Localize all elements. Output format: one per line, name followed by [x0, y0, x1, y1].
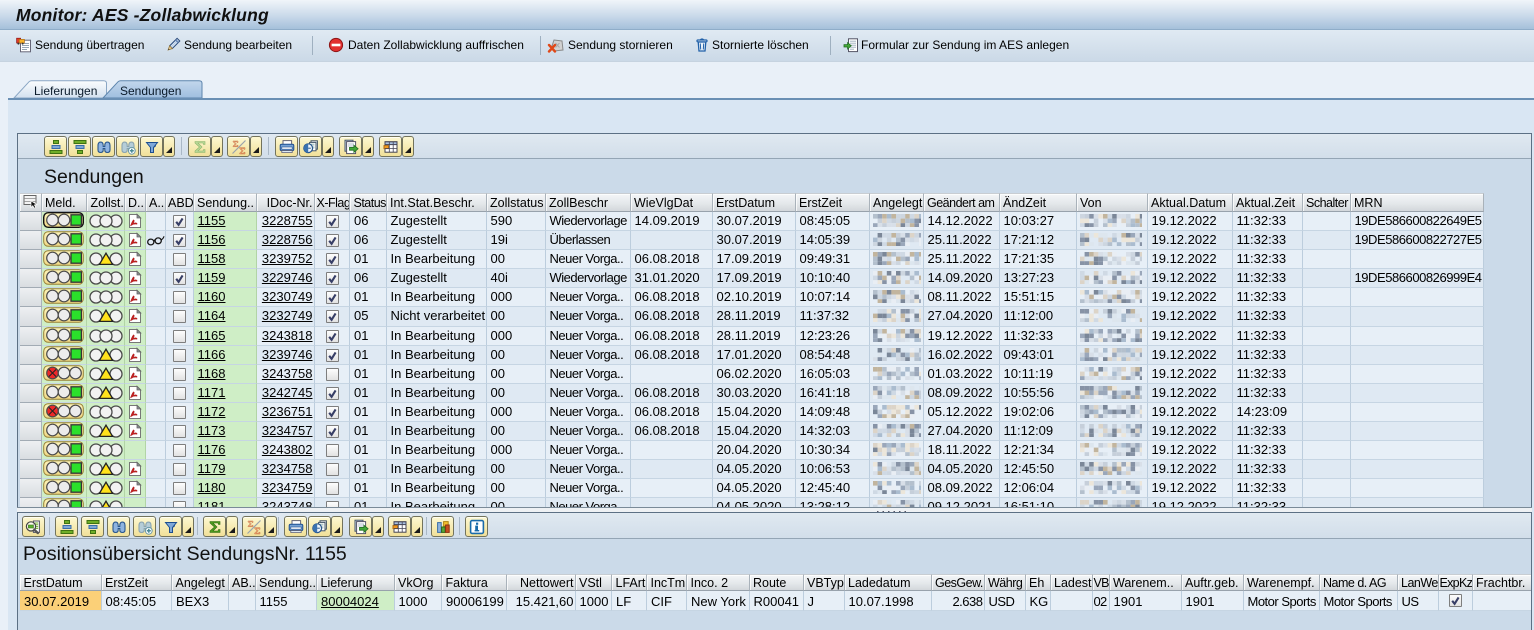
svg-text:Lieferungen: Lieferungen	[34, 84, 97, 98]
svg-text:Sendungen: Sendungen	[120, 84, 181, 98]
